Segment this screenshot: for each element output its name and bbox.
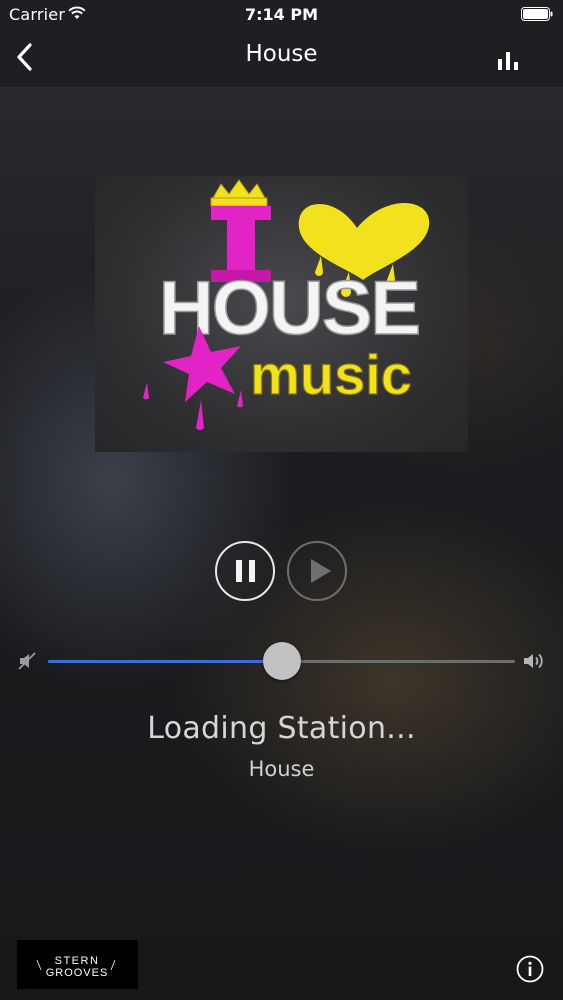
- station-artwork: I HOUSE music: [95, 176, 468, 452]
- station-name: House: [248, 757, 315, 781]
- play-icon: [311, 559, 331, 583]
- clock: 7:14 PM: [244, 5, 318, 24]
- info-icon: [516, 955, 544, 983]
- svg-text:STERN: STERN: [55, 955, 100, 967]
- page-title: House: [245, 41, 318, 67]
- svg-text:GROOVES: GROOVES: [46, 967, 109, 979]
- crown-icon: [210, 179, 268, 207]
- loading-status: Loading Station...: [147, 711, 416, 746]
- pause-button[interactable]: [215, 541, 275, 601]
- sponsor-logo[interactable]: STERN GROOVES: [17, 940, 138, 989]
- music-word: music: [250, 343, 412, 406]
- i-love-house-music-logo: I HOUSE music: [143, 179, 430, 430]
- volume-high-icon: [524, 653, 543, 669]
- play-button[interactable]: [287, 541, 347, 601]
- battery-icon: [521, 7, 553, 21]
- navigation-bar: House: [0, 30, 563, 88]
- volume-fill: [48, 660, 282, 663]
- equalizer-button[interactable]: [495, 48, 527, 74]
- stern-grooves-logo: STERN GROOVES: [36, 955, 116, 979]
- equalizer-icon: [498, 52, 518, 70]
- status-bar: Carrier 7:14 PM: [0, 0, 563, 30]
- volume-slider-thumb[interactable]: [263, 642, 301, 680]
- info-button[interactable]: [516, 955, 544, 983]
- pause-icon: [236, 560, 255, 582]
- volume-mute-icon: [18, 652, 36, 670]
